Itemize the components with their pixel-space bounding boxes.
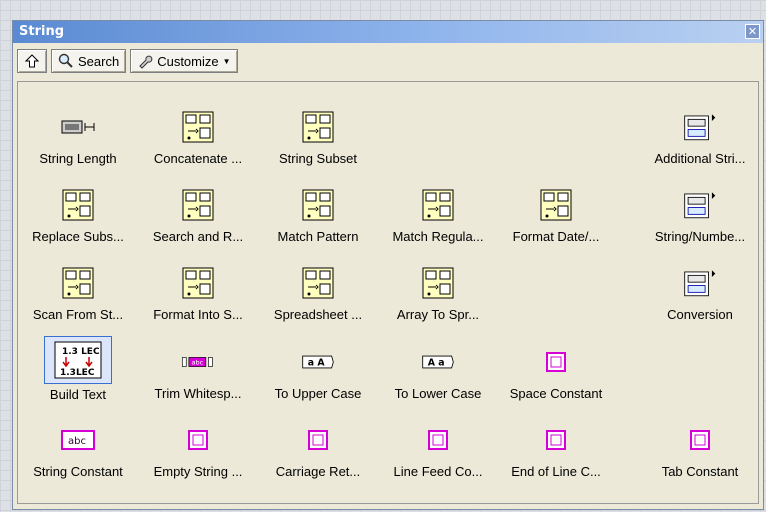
palette-item-space-constant[interactable]: Space Constant <box>496 331 616 401</box>
palette-item-label: Tab Constant <box>661 464 739 479</box>
palette-item-label: Match Regula... <box>392 229 484 244</box>
palette-item-label: Space Constant <box>509 386 603 401</box>
conversion-icon <box>683 266 717 300</box>
string-constant-icon: abc <box>61 423 95 457</box>
palette-item-match-regex[interactable]: Match Regula... <box>378 174 498 244</box>
svg-text:1.3 LEC: 1.3 LEC <box>62 347 100 357</box>
to-lower-case-icon: A a <box>421 345 455 379</box>
palette-item-string-subset[interactable]: String Subset <box>258 96 378 166</box>
palette-item-replace-substring[interactable]: Replace Subs... <box>18 174 138 244</box>
array-to-spreadsheet-icon <box>421 266 455 300</box>
palette-item-label: Carriage Ret... <box>275 464 361 479</box>
palette-item-label: Line Feed Co... <box>393 464 483 479</box>
palette-item-search-replace[interactable]: Search and R... <box>138 174 258 244</box>
window-title: String <box>19 24 65 39</box>
palette-item-label: Empty String ... <box>153 464 243 479</box>
palette-item-carriage-return[interactable]: Carriage Ret... <box>258 409 378 479</box>
palette-item-label: Scan From St... <box>32 307 124 322</box>
palette-item-label: String/Numbe... <box>654 229 746 244</box>
dropdown-arrow-icon: ▼ <box>222 56 231 66</box>
svg-text:a A: a A <box>308 357 326 368</box>
replace-substring-icon <box>61 188 95 222</box>
palette-item-label: Concatenate ... <box>153 151 243 166</box>
palette-item-label: Additional Stri... <box>654 151 746 166</box>
title-bar: String ✕ <box>13 21 763 43</box>
palette-item-label: Array To Spr... <box>396 307 480 322</box>
up-button[interactable] <box>17 49 47 73</box>
up-arrow-icon <box>25 54 39 68</box>
match-regex-icon <box>421 188 455 222</box>
to-upper-case-icon: a A <box>301 345 335 379</box>
concatenate-strings-icon <box>181 110 215 144</box>
string-palette-window: String ✕ Search Customize ▼ String Lengt… <box>12 20 764 510</box>
palette-item-additional[interactable]: Additional Stri... <box>640 96 760 166</box>
palette-item-scan-from-string[interactable]: Scan From St... <box>18 252 138 322</box>
palette-item-line-feed[interactable]: Line Feed Co... <box>378 409 498 479</box>
palette-item-string-length[interactable]: String Length <box>18 96 138 166</box>
customize-wrench-icon <box>139 55 153 69</box>
string-number-conversion-icon <box>683 188 717 222</box>
palette-item-tab-constant[interactable]: Tab Constant <box>640 409 760 479</box>
empty-string-icon <box>181 423 215 457</box>
carriage-return-icon <box>301 423 335 457</box>
palette-item-build-text[interactable]: 1.3 LEC 1.3LEC Build Text <box>18 331 138 402</box>
palette-item-concatenate[interactable]: Concatenate ... <box>138 96 258 166</box>
palette-item-end-of-line[interactable]: End of Line C... <box>496 409 616 479</box>
svg-text:A a: A a <box>428 357 445 368</box>
palette-item-label: Search and R... <box>152 229 244 244</box>
palette-item-trim-whitespace[interactable]: abc Trim Whitesp... <box>138 331 258 401</box>
customize-label: Customize <box>157 53 219 69</box>
palette-item-string-constant[interactable]: abc String Constant <box>18 409 138 479</box>
palette-item-to-lower-case[interactable]: A a To Lower Case <box>378 331 498 401</box>
format-date-time-icon <box>539 188 573 222</box>
palette-item-label: Build Text <box>49 387 107 402</box>
palette-item-label: End of Line C... <box>511 464 601 479</box>
palette-item-match-pattern[interactable]: Match Pattern <box>258 174 378 244</box>
space-constant-icon <box>539 345 573 379</box>
palette-item-label: Spreadsheet ... <box>273 307 363 322</box>
palette-item-format-into-string[interactable]: Format Into S... <box>138 252 258 322</box>
search-button[interactable]: Search <box>51 49 127 73</box>
palette-item-empty-string[interactable]: Empty String ... <box>138 409 258 479</box>
palette-item-label: Replace Subs... <box>32 229 124 244</box>
svg-text:abc: abc <box>191 359 203 367</box>
palette-content: String Length Concatenate ... String Subse… <box>17 81 759 504</box>
match-pattern-icon <box>301 188 335 222</box>
palette-item-format-date[interactable]: Format Date/... <box>496 174 616 244</box>
palette-item-conversion[interactable]: Conversion <box>640 252 760 322</box>
palette-item-label: Format Into S... <box>153 307 243 322</box>
close-button[interactable]: ✕ <box>745 24 760 39</box>
palette-item-label: Format Date/... <box>512 229 600 244</box>
svg-text:1.3LEC: 1.3LEC <box>60 368 95 378</box>
line-feed-icon <box>421 423 455 457</box>
palette-item-label: Match Pattern <box>277 229 359 244</box>
palette-toolbar: Search Customize ▼ <box>17 49 238 77</box>
scan-from-string-icon <box>61 266 95 300</box>
svg-text:abc: abc <box>68 436 86 447</box>
end-of-line-icon <box>539 423 573 457</box>
format-into-string-icon <box>181 266 215 300</box>
tab-constant-icon <box>683 423 717 457</box>
search-icon <box>58 53 73 68</box>
string-subset-icon <box>301 110 335 144</box>
spreadsheet-to-array-icon <box>301 266 335 300</box>
palette-item-label: String Length <box>39 151 117 166</box>
palette-item-to-upper-case[interactable]: a A To Upper Case <box>258 331 378 401</box>
palette-item-label: To Lower Case <box>394 386 482 401</box>
search-label: Search <box>78 53 120 69</box>
build-text-icon: 1.3 LEC 1.3LEC <box>44 336 112 384</box>
search-replace-icon <box>181 188 215 222</box>
palette-item-label: String Constant <box>33 464 123 479</box>
palette-item-label: Conversion <box>667 307 733 322</box>
palette-item-array-to-spreadsheet[interactable]: Array To Spr... <box>378 252 498 322</box>
palette-item-label: To Upper Case <box>274 386 362 401</box>
palette-item-string-number[interactable]: String/Numbe... <box>640 174 760 244</box>
additional-string-functions-icon <box>683 110 717 144</box>
trim-whitespace-icon: abc <box>181 345 215 379</box>
string-length-icon <box>61 110 95 144</box>
palette-item-spreadsheet[interactable]: Spreadsheet ... <box>258 252 378 322</box>
palette-item-label: String Subset <box>278 151 358 166</box>
customize-button[interactable]: Customize ▼ <box>130 49 238 73</box>
palette-item-label: Trim Whitesp... <box>154 386 242 401</box>
